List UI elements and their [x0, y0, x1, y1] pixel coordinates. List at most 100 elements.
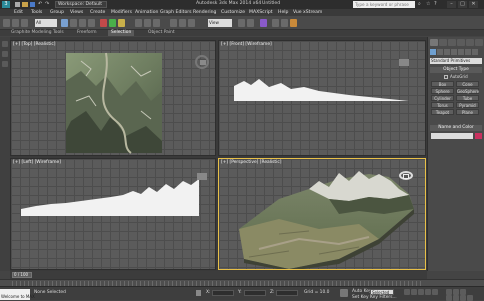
set-key-icon[interactable]: [340, 289, 348, 297]
set-key-button[interactable]: Set Key: [352, 295, 369, 300]
maximize-button[interactable]: □: [458, 1, 467, 8]
object-color-swatch[interactable]: [475, 133, 482, 139]
geometry-icon[interactable]: [430, 49, 436, 55]
tab-graphite-modeling-tools[interactable]: Graphite Modeling Tools: [8, 30, 67, 36]
star-icon[interactable]: ☆: [426, 1, 430, 7]
maxscript-listener[interactable]: Welcome to MAX: [0, 289, 35, 300]
rect-selection-icon[interactable]: [79, 19, 86, 27]
play-icon[interactable]: [418, 289, 424, 295]
window-crossing-icon[interactable]: [88, 19, 95, 27]
next-frame-icon[interactable]: [425, 289, 431, 295]
utilities-tab-icon[interactable]: [475, 39, 483, 46]
menu-create[interactable]: Create: [90, 10, 105, 15]
z-coordinate-field[interactable]: [276, 290, 298, 296]
shapes-icon[interactable]: [437, 49, 443, 55]
x-coordinate-field[interactable]: [212, 290, 234, 296]
rendered-frame-icon[interactable]: [281, 19, 288, 27]
minimize-button[interactable]: –: [447, 1, 456, 8]
select-object-icon[interactable]: [61, 19, 68, 27]
menu-group[interactable]: Group: [50, 10, 64, 15]
workspace-dropdown[interactable]: Workspace: Default: [55, 1, 107, 8]
viewcube-icon[interactable]: [195, 55, 209, 69]
rotate-icon[interactable]: [109, 19, 116, 27]
tab-freeform[interactable]: Freeform: [74, 30, 100, 36]
go-to-start-icon[interactable]: [404, 289, 410, 295]
unlink-icon[interactable]: [21, 19, 28, 27]
time-slider[interactable]: 0 / 100: [10, 271, 427, 279]
pan-icon[interactable]: [453, 295, 459, 301]
angle-snap-icon[interactable]: [144, 19, 151, 27]
scale-icon[interactable]: [118, 19, 125, 27]
tab-selection[interactable]: Selection: [108, 30, 135, 36]
material-editor-icon[interactable]: [260, 19, 267, 27]
lock-selection-icon[interactable]: [196, 290, 201, 296]
schematic-view-icon[interactable]: [247, 19, 254, 27]
auto-key-button[interactable]: Auto Key: [352, 289, 372, 294]
menu-modifiers[interactable]: Modifiers: [111, 10, 132, 15]
save-file-icon[interactable]: [30, 2, 35, 7]
search-input[interactable]: Type a keyword or phrase: [353, 1, 415, 8]
object-type-rollout[interactable]: Object Type: [430, 67, 482, 73]
new-file-icon[interactable]: [15, 2, 20, 7]
viewport-tool-icon[interactable]: [2, 61, 8, 67]
cameras-icon[interactable]: [451, 49, 457, 55]
undo-icon[interactable]: ↶: [38, 1, 42, 7]
name-and-color-rollout[interactable]: Name and Color: [430, 125, 482, 131]
motion-tab-icon[interactable]: [457, 39, 465, 46]
redo-icon[interactable]: ↷: [45, 1, 49, 7]
menu-views[interactable]: Views: [70, 10, 83, 15]
y-coordinate-field[interactable]: [244, 290, 266, 296]
move-icon[interactable]: [100, 19, 107, 27]
create-tab-icon[interactable]: [430, 39, 438, 46]
plane-button[interactable]: Plane: [456, 109, 479, 115]
primitive-type-dropdown[interactable]: Standard Primitives: [430, 58, 482, 64]
track-bar[interactable]: [0, 279, 484, 286]
menu-tools[interactable]: Tools: [31, 10, 42, 15]
open-file-icon[interactable]: [22, 2, 28, 7]
viewcube-icon[interactable]: [399, 59, 409, 66]
go-to-end-icon[interactable]: [432, 289, 438, 295]
cone-button[interactable]: Cone: [456, 81, 479, 87]
close-button[interactable]: ✕: [469, 1, 478, 8]
viewport-left[interactable]: [+] [Left] [Wireframe]: [10, 158, 216, 270]
link-icon[interactable]: [12, 19, 19, 27]
menu-graph-editors[interactable]: Graph Editors: [160, 10, 192, 15]
menu-rendering[interactable]: Rendering: [193, 10, 216, 15]
display-tab-icon[interactable]: [466, 39, 474, 46]
menu-animation[interactable]: Animation: [135, 10, 158, 15]
viewcube-icon[interactable]: [397, 171, 415, 185]
tube-button[interactable]: Tube: [456, 95, 479, 101]
percent-snap-icon[interactable]: [153, 19, 160, 27]
orbit-icon[interactable]: [460, 295, 466, 301]
tab-object-paint[interactable]: Object Paint: [145, 30, 178, 36]
modify-tab-icon[interactable]: [439, 39, 447, 46]
menu-customize[interactable]: Customize: [221, 10, 245, 15]
autogrid-checkbox[interactable]: [444, 75, 448, 79]
undo-scene-icon[interactable]: [3, 19, 10, 27]
select-by-name-icon[interactable]: [70, 19, 77, 27]
viewport-top[interactable]: [+] [Top] [Realistic]: [10, 40, 216, 156]
layer-icon[interactable]: [188, 19, 195, 27]
torus-button[interactable]: Torus: [431, 102, 454, 108]
key-filters-button[interactable]: Key Filters...: [370, 295, 397, 300]
sphere-button[interactable]: Sphere: [431, 88, 454, 94]
cylinder-button[interactable]: Cylinder: [431, 95, 454, 101]
render-teapot-icon[interactable]: [290, 19, 297, 27]
menu-maxscript[interactable]: MAXScript: [249, 10, 273, 15]
selection-filter-dropdown[interactable]: All: [35, 19, 57, 27]
maximize-viewport-icon[interactable]: [467, 295, 473, 301]
pyramid-button[interactable]: Pyramid: [456, 102, 479, 108]
viewport-tool-icon[interactable]: [2, 51, 8, 57]
spacewarps-icon[interactable]: [465, 49, 471, 55]
box-button[interactable]: Box: [431, 81, 454, 87]
viewport-perspective[interactable]: [+] [Perspective] [Realistic]: [218, 158, 426, 270]
search-icon[interactable]: ⌕: [418, 1, 421, 7]
render-setup-icon[interactable]: [272, 19, 279, 27]
previous-frame-icon[interactable]: [411, 289, 417, 295]
hierarchy-tab-icon[interactable]: [448, 39, 456, 46]
curve-editor-icon[interactable]: [238, 19, 245, 27]
viewcube-icon[interactable]: [197, 173, 207, 180]
lights-icon[interactable]: [444, 49, 450, 55]
viewport-tool-icon[interactable]: [2, 41, 8, 47]
menu-edit[interactable]: Edit: [14, 10, 23, 15]
